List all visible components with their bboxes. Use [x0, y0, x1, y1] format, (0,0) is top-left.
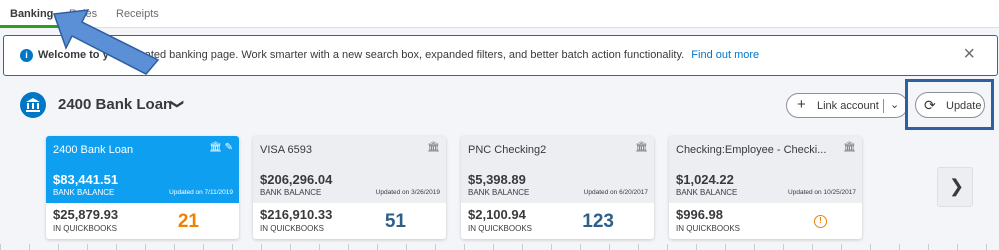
card-updated-date: Updated on 3/26/2019	[375, 189, 440, 196]
tab-rules[interactable]: Rules	[69, 8, 97, 20]
card-bank-balance: $1,024.22	[676, 172, 734, 187]
refresh-icon: ⟳	[924, 97, 936, 113]
update-button[interactable]: ⟳ Update	[915, 92, 985, 118]
chevron-right-icon: ❯	[949, 176, 965, 196]
banner-message: Welcome to y ated banking page. Work smar…	[38, 49, 759, 61]
bank-account-icon	[20, 92, 46, 118]
warning-icon[interactable]: !	[814, 215, 827, 228]
card-bank-balance-label: BANK BALANCE	[676, 188, 738, 197]
chevron-down-icon[interactable]: ⌄	[890, 98, 899, 111]
card-account-name: Checking:Employee - Checki...	[676, 144, 827, 156]
find-out-more-link[interactable]: Find out more	[691, 49, 759, 61]
banner-text: ated banking page. Work smarter with a n…	[144, 49, 685, 61]
account-card-visa-6593[interactable]: VISA 6593 🏛 $206,296.04 BANK BALANCE Upd…	[253, 136, 446, 239]
button-divider	[883, 99, 884, 113]
card-qb-label: IN QUICKBOOKS	[53, 224, 118, 233]
next-cards-button[interactable]: ❯	[937, 167, 973, 207]
card-updated-date: Updated on 7/11/2019	[169, 189, 233, 196]
link-account-button[interactable]: + Link account ⌄	[786, 93, 908, 118]
card-qb-balance: $996.98	[676, 207, 723, 222]
card-bank-balance: $206,296.04	[260, 172, 333, 187]
info-icon: i	[20, 49, 33, 62]
welcome-banner: i Welcome to y ated banking page. Work sm…	[3, 35, 998, 76]
card-updated-date: Updated on 10/25/2017	[788, 189, 856, 196]
banner-bold-text: Welcome to y	[38, 49, 109, 61]
card-transaction-count: 123	[582, 211, 614, 232]
tab-banking[interactable]: Banking	[10, 8, 53, 20]
card-bank-balance: $5,398.89	[468, 172, 526, 187]
card-account-name: VISA 6593	[260, 144, 312, 156]
card-bank-balance-label: BANK BALANCE	[468, 188, 530, 197]
card-qb-balance: $216,910.33	[260, 207, 333, 222]
card-qb-balance: $25,879.93	[53, 207, 119, 222]
tab-bar: Banking Rules Receipts	[0, 0, 999, 28]
account-card-checking-employee[interactable]: Checking:Employee - Checki... 🏛 $1,024.2…	[669, 136, 862, 239]
card-transaction-count: 21	[177, 211, 199, 232]
card-bank-balance-label: BANK BALANCE	[53, 188, 115, 197]
bank-icon: 🏛	[635, 142, 648, 153]
card-transaction-count: 51	[384, 211, 406, 232]
table-header-edge	[0, 244, 999, 250]
card-account-name: 2400 Bank Loan	[53, 144, 134, 156]
chevron-down-icon[interactable]: ❯	[169, 99, 185, 110]
card-qb-label: IN QUICKBOOKS	[468, 224, 533, 233]
account-selector-name[interactable]: 2400 Bank Loan	[58, 96, 172, 113]
account-card-pnc-checking2[interactable]: PNC Checking2 🏛 $5,398.89 BANK BALANCE U…	[461, 136, 654, 239]
card-bank-balance-label: BANK BALANCE	[260, 188, 322, 197]
card-account-name: PNC Checking2	[468, 144, 547, 156]
card-qb-label: IN QUICKBOOKS	[676, 224, 741, 233]
plus-icon: +	[797, 96, 806, 113]
account-card-2400-bank-loan[interactable]: 2400 Bank Loan 🏛 ✎ $83,441.51 BANK BALAN…	[46, 136, 239, 239]
card-bank-balance: $83,441.51	[53, 172, 119, 187]
tab-receipts[interactable]: Receipts	[116, 8, 159, 20]
bank-icon: 🏛	[843, 142, 856, 153]
active-tab-indicator	[0, 25, 73, 28]
card-qb-label: IN QUICKBOOKS	[260, 224, 325, 233]
pencil-icon[interactable]: ✎	[225, 142, 233, 153]
bank-icon: 🏛	[209, 142, 222, 153]
card-qb-balance: $2,100.94	[468, 207, 526, 222]
update-label: Update	[946, 100, 982, 112]
link-account-label: Link account	[817, 100, 879, 112]
close-icon[interactable]: ×	[963, 44, 975, 64]
bank-icon: 🏛	[427, 142, 440, 153]
card-updated-date: Updated on 6/20/2017	[583, 189, 648, 196]
